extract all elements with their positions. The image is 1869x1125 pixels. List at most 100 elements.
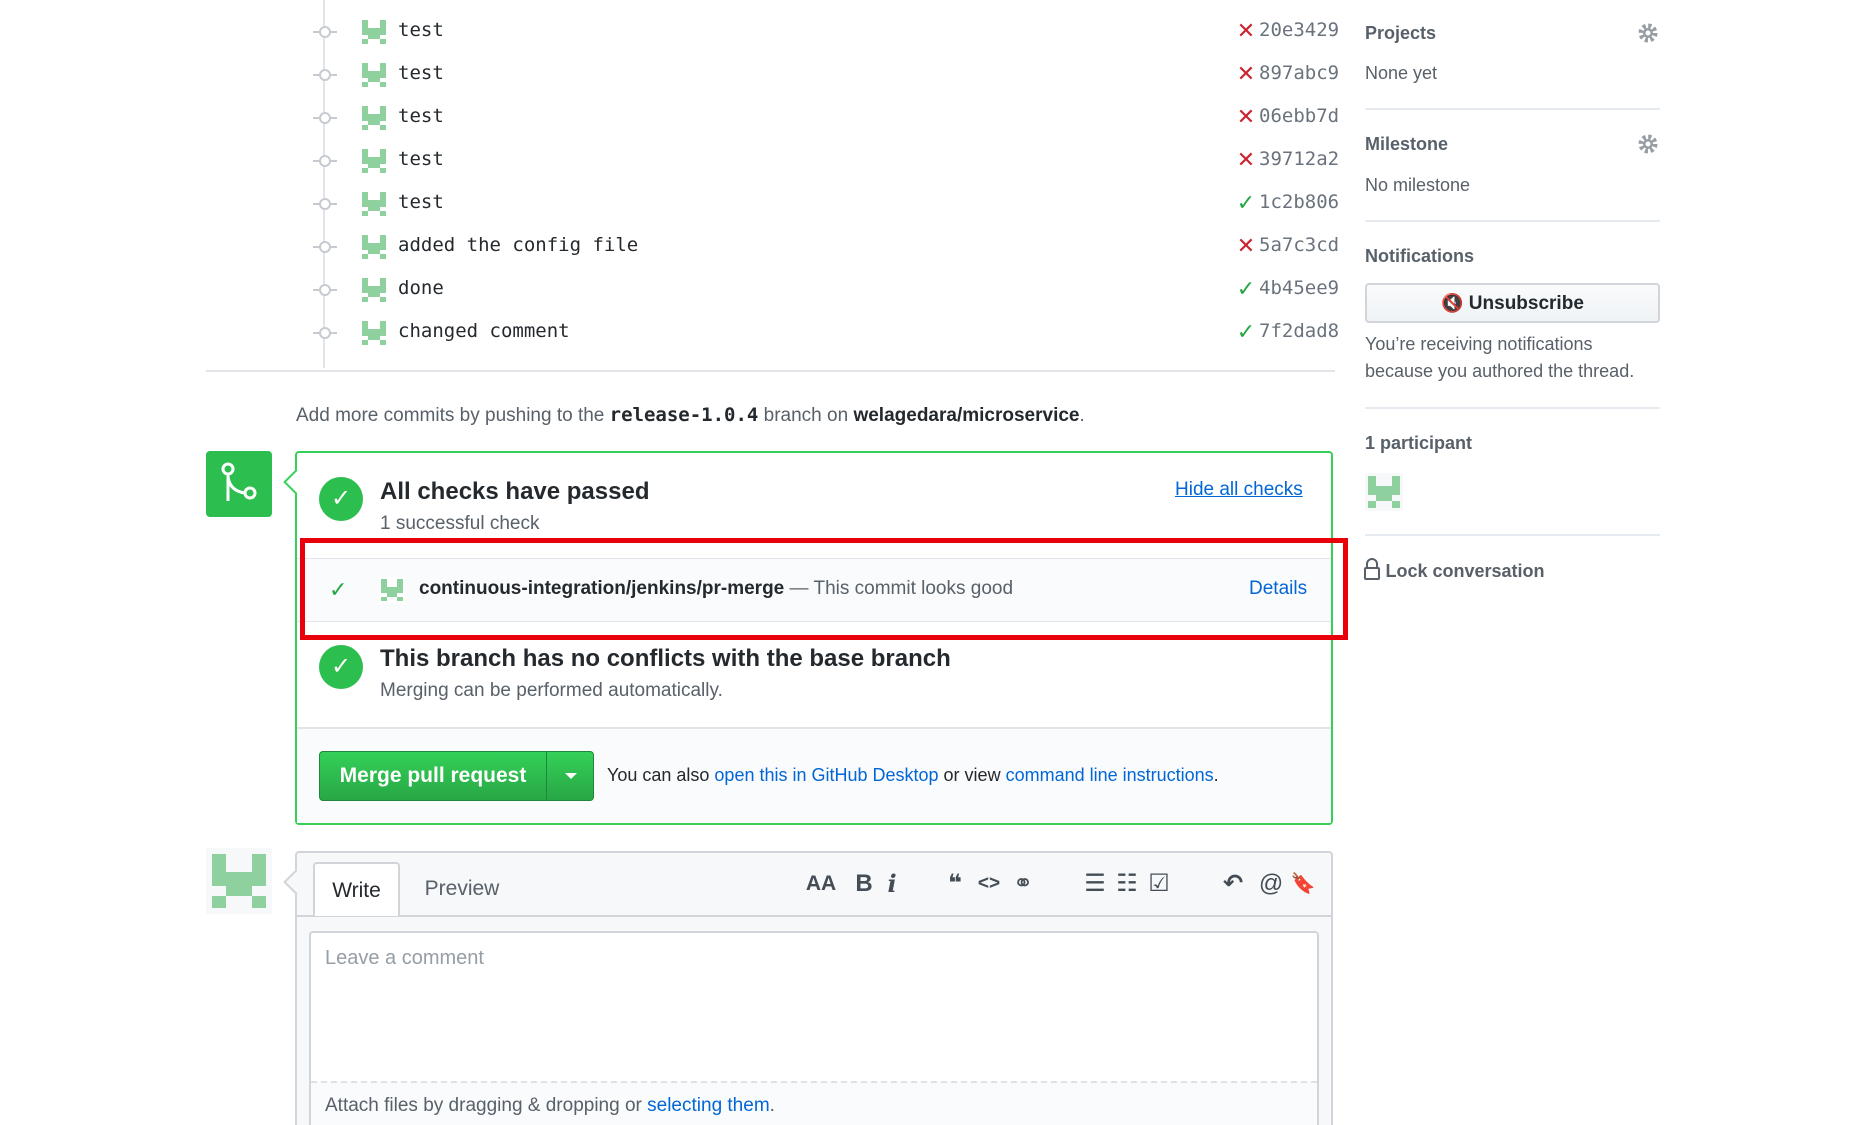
- commit-author-avatar[interactable]: [360, 233, 388, 261]
- commit-row: changed comment ✓ 7f2dad8: [310, 311, 1339, 354]
- tab-write[interactable]: Write: [313, 862, 400, 916]
- commit-message[interactable]: test: [398, 19, 444, 41]
- repo-name[interactable]: welagedara/microservice: [853, 405, 1079, 426]
- check-success-icon[interactable]: ✓: [1235, 277, 1257, 301]
- mention-icon[interactable]: @: [1257, 869, 1285, 899]
- notifications-reason-line1: You’re receiving notifications: [1365, 334, 1593, 354]
- commit-row: test ✕ 897abc9: [310, 53, 1339, 96]
- commit-author-avatar[interactable]: [360, 104, 388, 132]
- hide-all-checks-link[interactable]: Hide all checks: [1175, 479, 1303, 501]
- participant-avatar[interactable]: [1365, 473, 1403, 511]
- check-success-icon[interactable]: ✓: [1235, 191, 1257, 215]
- projects-value: None yet: [1365, 63, 1438, 83]
- mute-icon: 🔇: [1441, 293, 1464, 313]
- commit-message[interactable]: done: [398, 277, 444, 299]
- commit-message[interactable]: test: [398, 148, 444, 170]
- checks-title: All checks have passed: [380, 478, 650, 505]
- commit-node-icon: [313, 284, 337, 296]
- notifications-heading: Notifications: [1365, 246, 1475, 266]
- quote-icon[interactable]: ❝: [941, 869, 969, 899]
- no-conflicts-icon: ✓: [319, 645, 363, 689]
- commit-node-icon: [313, 155, 337, 167]
- sidebar-divider: [1365, 108, 1660, 110]
- open-github-desktop-link[interactable]: open this in GitHub Desktop: [714, 765, 938, 785]
- check-failure-icon[interactable]: ✕: [1235, 105, 1257, 129]
- commit-node-icon: [313, 198, 337, 210]
- commit-message[interactable]: test: [398, 62, 444, 84]
- milestone-gear-icon[interactable]: [1636, 132, 1660, 156]
- commit-message[interactable]: changed comment: [398, 320, 570, 342]
- tab-preview[interactable]: Preview: [407, 862, 517, 916]
- milestone-heading[interactable]: Milestone: [1365, 134, 1448, 155]
- command-line-instructions-link[interactable]: command line instructions: [1006, 765, 1214, 785]
- unsubscribe-label: Unsubscribe: [1468, 293, 1584, 314]
- user-avatar: [206, 848, 272, 914]
- checks-passed-icon: ✓: [319, 477, 363, 521]
- commit-message[interactable]: added the config file: [398, 234, 638, 256]
- select-files-link[interactable]: selecting them: [647, 1095, 770, 1116]
- comment-form: Write Preview AA B i ❝ <> ⚭ ☰ ☷ ☑ ↶ @ 🔖 …: [295, 851, 1333, 1125]
- commit-author-avatar[interactable]: [360, 61, 388, 89]
- merge-also-prefix: You can also: [607, 765, 715, 785]
- commit-node-icon: [313, 26, 337, 38]
- projects-gear-icon[interactable]: [1636, 21, 1660, 45]
- add-more-commits-text: Add more commits by pushing to the relea…: [296, 404, 1085, 427]
- participants-heading: 1 participant: [1365, 433, 1473, 453]
- commit-sha[interactable]: 4b45ee9: [1259, 277, 1339, 299]
- task-list-icon[interactable]: ☑: [1145, 869, 1173, 899]
- add-more-middle: branch on: [758, 405, 854, 426]
- commit-message[interactable]: test: [398, 105, 444, 127]
- sidebar-divider: [1365, 407, 1660, 409]
- attach-files-bar[interactable]: Attach files by dragging & dropping or s…: [311, 1081, 1317, 1125]
- add-more-prefix: Add more commits by pushing to the: [296, 405, 610, 426]
- link-icon[interactable]: ⚭: [1009, 869, 1037, 899]
- merge-button-group: Merge pull request: [319, 751, 594, 801]
- commit-message[interactable]: test: [398, 191, 444, 213]
- commit-sha[interactable]: 20e3429: [1259, 19, 1339, 41]
- unsubscribe-button[interactable]: 🔇 Unsubscribe: [1365, 283, 1660, 323]
- heading-icon[interactable]: AA: [801, 869, 841, 899]
- no-conflicts-subtitle: Merging can be performed automatically.: [380, 680, 723, 701]
- commit-sha[interactable]: 7f2dad8: [1259, 320, 1339, 342]
- commit-author-avatar[interactable]: [360, 190, 388, 218]
- check-success-icon[interactable]: ✓: [1235, 320, 1257, 344]
- italic-icon[interactable]: i: [881, 869, 903, 899]
- commit-sha[interactable]: 06ebb7d: [1259, 105, 1339, 127]
- check-failure-icon[interactable]: ✕: [1235, 148, 1257, 172]
- merge-method-dropdown[interactable]: [546, 752, 594, 800]
- unordered-list-icon[interactable]: ☰: [1081, 869, 1109, 899]
- commit-row: test ✕ 06ebb7d: [310, 96, 1339, 139]
- projects-heading[interactable]: Projects: [1365, 23, 1436, 44]
- ordered-list-icon[interactable]: ☷: [1113, 869, 1141, 899]
- commit-sha[interactable]: 1c2b806: [1259, 191, 1339, 213]
- merge-alternatives-text: You can also open this in GitHub Desktop…: [607, 765, 1219, 786]
- commit-row: test ✓ 1c2b806: [310, 182, 1339, 225]
- lock-conversation-label: Lock conversation: [1385, 561, 1545, 581]
- commit-author-avatar[interactable]: [360, 18, 388, 46]
- check-failure-icon[interactable]: ✕: [1235, 62, 1257, 86]
- saved-reply-icon[interactable]: ↶: [1215, 869, 1251, 899]
- commit-author-avatar[interactable]: [360, 147, 388, 175]
- sidebar-divider: [1365, 220, 1660, 222]
- commit-row: test ✕ 20e3429: [310, 10, 1339, 53]
- check-failure-icon[interactable]: ✕: [1235, 234, 1257, 258]
- commit-sha[interactable]: 5a7c3cd: [1259, 234, 1339, 256]
- notifications-reason-line2: because you authored the thread.: [1365, 361, 1635, 381]
- commit-author-avatar[interactable]: [360, 276, 388, 304]
- lock-conversation-link[interactable]: Lock conversation: [1363, 558, 1545, 582]
- comment-textarea[interactable]: Leave a comment Attach files by dragging…: [309, 931, 1319, 1125]
- sidebar-divider: [1365, 534, 1660, 536]
- commit-sha[interactable]: 39712a2: [1259, 148, 1339, 170]
- code-icon[interactable]: <>: [975, 869, 1003, 899]
- bold-icon[interactable]: B: [853, 869, 875, 899]
- commit-row: test ✕ 39712a2: [310, 139, 1339, 182]
- commit-node-icon: [313, 327, 337, 339]
- commit-sha[interactable]: 897abc9: [1259, 62, 1339, 84]
- bookmark-icon[interactable]: 🔖: [1289, 869, 1317, 899]
- comment-placeholder: Leave a comment: [325, 947, 484, 969]
- check-failure-icon[interactable]: ✕: [1235, 19, 1257, 43]
- merge-pull-request-button[interactable]: Merge pull request: [320, 752, 546, 800]
- merge-suffix: .: [1213, 765, 1219, 785]
- commit-author-avatar[interactable]: [360, 319, 388, 347]
- commit-node-icon: [313, 69, 337, 81]
